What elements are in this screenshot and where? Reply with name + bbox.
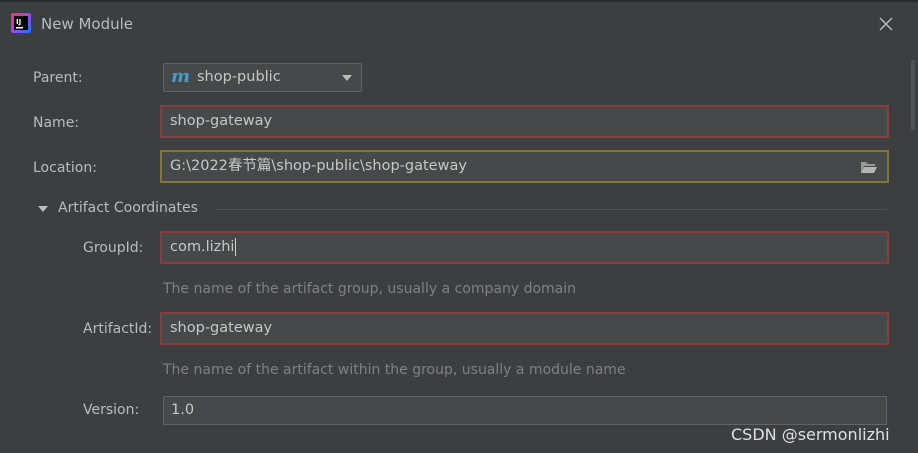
version-label: Version: bbox=[83, 402, 140, 418]
name-input[interactable]: shop-gateway bbox=[160, 105, 889, 138]
location-input[interactable]: G:\2022春节篇\shop-public\shop-gateway bbox=[160, 150, 889, 183]
parent-select-value: shop-public bbox=[197, 69, 281, 85]
groupid-input[interactable]: com.lizhi bbox=[160, 231, 889, 264]
location-input-value: G:\2022春节篇\shop-public\shop-gateway bbox=[170, 158, 467, 174]
version-input-value: 1.0 bbox=[171, 402, 195, 418]
maven-module-icon: m bbox=[171, 66, 191, 87]
parent-label: Parent: bbox=[33, 70, 83, 86]
text-caret bbox=[235, 238, 237, 256]
groupid-label: GroupId: bbox=[83, 240, 144, 256]
dialog-title: New Module bbox=[41, 15, 134, 33]
intellij-logo-icon: IJ bbox=[11, 13, 31, 33]
parent-select[interactable]: m shop-public bbox=[163, 63, 362, 92]
triangle-down-icon[interactable] bbox=[38, 206, 48, 212]
groupid-input-value: com.lizhi bbox=[170, 239, 235, 255]
svg-text:IJ: IJ bbox=[16, 18, 21, 26]
section-divider bbox=[215, 209, 887, 210]
artifactid-hint: The name of the artifact within the grou… bbox=[163, 362, 626, 378]
location-label: Location: bbox=[33, 160, 97, 176]
artifact-section-title[interactable]: Artifact Coordinates bbox=[58, 200, 198, 216]
folder-open-icon[interactable] bbox=[860, 160, 878, 174]
watermark: CSDN @sermonlizhi bbox=[731, 425, 890, 444]
name-input-value: shop-gateway bbox=[170, 113, 273, 129]
artifactid-input-value: shop-gateway bbox=[170, 320, 273, 336]
scrollbar-thumb[interactable] bbox=[911, 60, 915, 130]
groupid-hint: The name of the artifact group, usually … bbox=[163, 281, 576, 297]
chevron-down-icon bbox=[342, 75, 352, 81]
dialog-titlebar: IJ New Module bbox=[0, 0, 918, 46]
artifactid-label: ArtifactId: bbox=[83, 321, 153, 337]
close-icon[interactable] bbox=[876, 14, 896, 34]
name-label: Name: bbox=[33, 115, 80, 131]
version-input[interactable]: 1.0 bbox=[163, 396, 887, 425]
artifactid-input[interactable]: shop-gateway bbox=[160, 312, 889, 345]
